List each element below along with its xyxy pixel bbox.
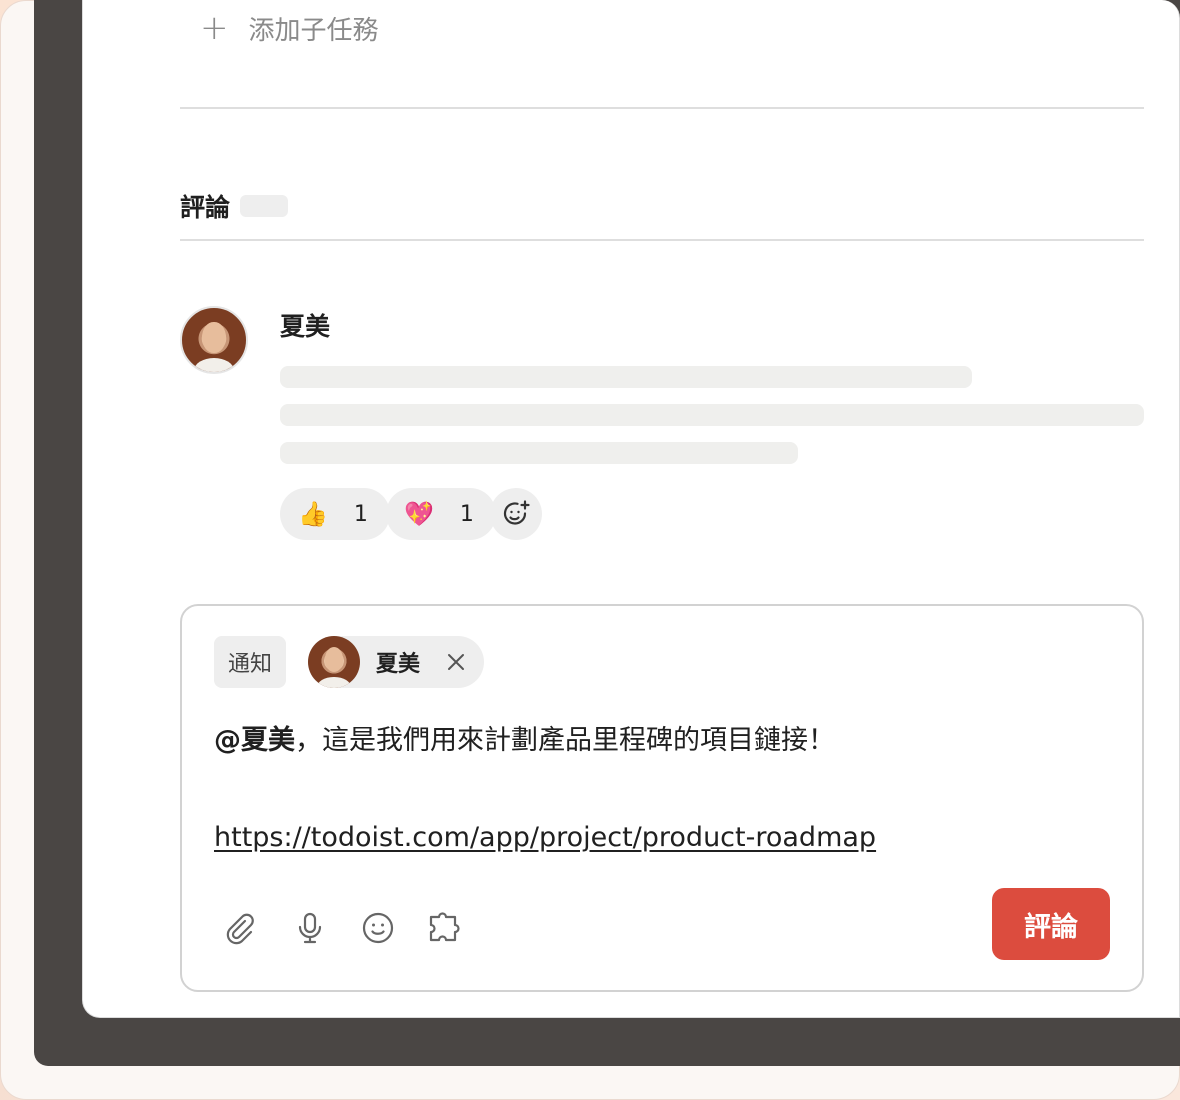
close-icon — [448, 654, 464, 670]
add-subtask-label: 添加子任務 — [248, 15, 379, 46]
submit-comment-button[interactable]: 評論 — [992, 888, 1110, 960]
avatar-shirt — [317, 676, 351, 688]
comment-text-placeholder — [280, 442, 798, 464]
voice-button[interactable] — [288, 906, 332, 950]
extensions-button[interactable] — [424, 906, 468, 950]
comment-text-placeholder — [280, 404, 1144, 426]
paperclip-icon — [226, 913, 254, 945]
plus-icon: + — [200, 8, 229, 48]
add-reaction-button[interactable] — [490, 488, 542, 540]
divider — [180, 107, 1144, 109]
emoji-button[interactable] — [356, 906, 400, 950]
recipient-chip[interactable]: 夏美 — [308, 636, 484, 688]
reaction-sparkling-heart[interactable]: 💖 1 — [386, 488, 496, 540]
remove-recipient-button[interactable] — [442, 648, 470, 676]
reaction-count: 1 — [459, 501, 474, 527]
comment-link[interactable]: https://todoist.com/app/project/product-… — [214, 822, 876, 853]
add-emoji-icon — [503, 500, 530, 525]
avatar — [308, 636, 360, 688]
divider — [180, 239, 1144, 241]
mention[interactable]: @夏美 — [214, 725, 295, 756]
comment-text-placeholder — [280, 366, 972, 388]
avatar-face — [324, 647, 344, 673]
notify-label: 通知 — [214, 636, 287, 688]
comments-header: 評論 — [180, 188, 289, 224]
comment-count-badge — [240, 195, 289, 217]
sparkling-heart-icon: 💖 — [404, 500, 434, 528]
avatar-shirt — [193, 357, 235, 372]
comment-input-text[interactable]: @夏美，這是我們用來計劃產品里程碑的項目鏈接！ — [214, 718, 835, 757]
attach-button[interactable] — [218, 906, 262, 950]
reaction-thumbs-up[interactable]: 👍 1 — [280, 488, 390, 540]
thumbs-up-icon: 👍 — [298, 500, 328, 528]
emoji-icon — [362, 912, 394, 944]
add-subtask-button[interactable]: + 添加子任務 — [200, 8, 379, 48]
reaction-count: 1 — [353, 501, 368, 527]
comment-message: ，這是我們用來計劃產品里程碑的項目鏈接！ — [295, 725, 835, 756]
microphone-icon — [298, 912, 322, 944]
comments-title: 評論 — [180, 193, 231, 222]
avatar-face — [202, 322, 226, 353]
avatar[interactable] — [180, 306, 248, 374]
recipient-name: 夏美 — [376, 652, 421, 677]
extension-icon — [429, 912, 460, 942]
comment-composer[interactable]: 通知 夏美 @夏美，這是我們用來計劃產品里程碑的項目鏈接！ https://to… — [180, 604, 1144, 992]
comment-author: 夏美 — [280, 312, 331, 341]
